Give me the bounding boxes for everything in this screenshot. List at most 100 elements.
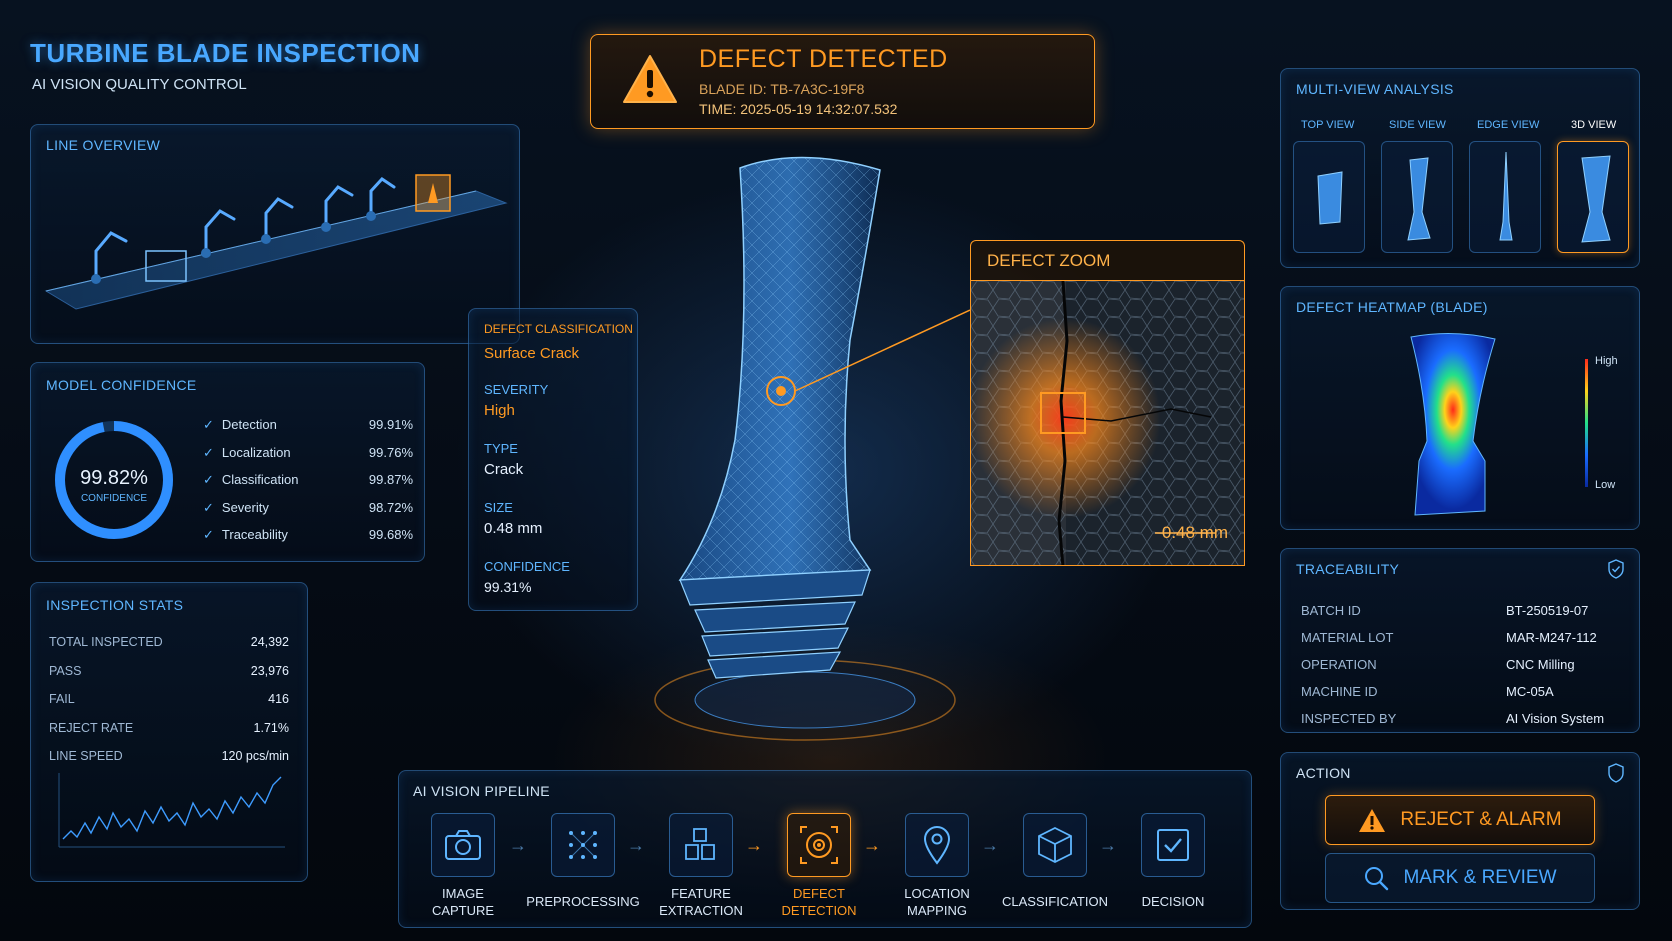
view-tab-edge[interactable]: EDGE VIEW [1477,119,1539,131]
pipeline-step-feature-extraction[interactable] [669,813,733,877]
view-tab-top[interactable]: TOP VIEW [1301,119,1354,131]
confidence-row: ✓ Classification 99.87% [203,472,413,488]
defect-heatmap-panel: DEFECT HEATMAP (BLADE) High Low [1280,286,1640,530]
stat-label: TOTAL INSPECTED [49,635,163,649]
trace-value: BT-250519-07 [1506,603,1589,618]
pipeline-label-preprocessing: PREPROCESSING [526,894,640,909]
target-icon [800,826,838,864]
pipeline-step-classification[interactable] [1023,813,1087,877]
alert-blade-id: BLADE ID: TB-7A3C-19F8 [699,81,865,97]
trace-value: AI Vision System [1506,711,1605,726]
app-title: TURBINE BLADE INSPECTION [30,38,421,68]
inspection-stats-title: INSPECTION STATS [46,597,184,613]
reject-alarm-label: REJECT & ALARM [1400,809,1562,830]
defect-classification-panel: DEFECT CLASSIFICATION Surface Crack SEVE… [468,308,638,611]
cubes-icon [685,828,715,860]
view-thumb-top[interactable] [1293,141,1365,253]
severity-label: SEVERITY [484,382,549,397]
stat-label: FAIL [49,692,75,706]
stat-label: LINE SPEED [49,749,123,763]
confidence-row-value: 99.76% [368,444,413,460]
check-icon: ✓ [203,527,214,542]
type-label: TYPE [484,441,518,456]
pipeline-arrow: → [627,835,645,855]
ai-vision-pipeline-panel: AI VISION PIPELINE → → → → → → IMAGE CAPT… [398,770,1252,928]
check-icon: ✓ [203,499,214,515]
traceability-row: MACHINE ID MC-05A [1301,684,1621,699]
app-subtitle: AI VISION QUALITY CONTROL [32,76,247,93]
action-panel: ACTION REJECT & ALARM MARK & REVIEW [1280,752,1640,910]
pipeline-step-decision[interactable] [1141,813,1205,877]
heatmap-title: DEFECT HEATMAP (BLADE) [1296,299,1488,315]
defect-name: Surface Crack [484,345,580,362]
view-thumb-edge[interactable] [1469,141,1541,253]
trace-label: BATCH ID [1301,603,1361,618]
stat-label: REJECT RATE [49,720,134,735]
size-label: SIZE [484,500,513,515]
stat-row: REJECT RATE 1.71% [49,721,289,735]
check-icon: ✓ [203,417,214,432]
inspection-stats-panel: INSPECTION STATS TOTAL INSPECTED 24,392 PA… [30,582,308,882]
pipeline-step-image-capture[interactable] [431,813,495,877]
stat-row: PASS 23,976 [49,664,289,678]
confidence-row-value: 99.68% [368,527,413,542]
confidence-value-dc: 99.31% [484,579,532,595]
pipeline-step-location-mapping[interactable] [905,813,969,877]
check-icon: ✓ [203,472,214,487]
traceability-row: MATERIAL LOT MAR-M247-112 [1301,630,1621,645]
mark-review-button[interactable]: MARK & REVIEW [1325,853,1595,903]
pipeline-arrow: → [863,835,881,855]
stat-value: 1.71% [253,720,289,735]
confidence-row-label: Traceability [221,527,288,542]
traceability-row: OPERATION CNC Milling [1301,657,1621,672]
pipeline-label-location-mapping: LOCATION MAPPING [904,886,970,918]
confidence-row-label: Localization [221,444,291,460]
pipeline-label-classification: CLASSIFICATION [1002,894,1108,909]
multi-view-panel: MULTI-VIEW ANALYSIS TOP VIEW SIDE VIEW E… [1280,68,1640,268]
view-thumb-side[interactable] [1381,141,1453,253]
magnifier-icon [1365,867,1389,891]
view-tab-side[interactable]: SIDE VIEW [1389,119,1446,131]
heatmap-high-label: High [1595,355,1618,367]
throughput-sparkline [58,773,285,848]
view-tab-3d[interactable]: 3D VIEW [1571,119,1616,131]
pipeline-step-defect-detection[interactable] [787,813,851,877]
trace-value: MAR-M247-112 [1506,630,1597,645]
defect-size-measurement: 0.48 mm [1161,523,1228,542]
stat-value: 23,976 [250,663,289,678]
confidence-row-value: 99.87% [368,472,413,487]
view-thumb-3d[interactable] [1557,141,1629,253]
confidence-row-label: Classification [221,472,299,487]
pipeline-label-defect-detection: DEFECT DETECTION [781,886,857,918]
traceability-title: TRACEABILITY [1296,561,1400,577]
model-confidence-title: MODEL CONFIDENCE [46,377,197,393]
stat-value: 24,392 [250,635,289,649]
check-icon: ✓ [203,444,214,460]
trace-value: MC-05A [1506,684,1554,699]
defect-classification-title: DEFECT CLASSIFICATION [484,322,633,336]
stat-label: PASS [49,663,82,678]
grid-icon [569,831,597,859]
stat-value: 416 [268,692,289,706]
turbine-blade-3d-render [654,156,970,741]
camera-icon [445,830,481,860]
confidence-row-value: 98.72% [368,499,413,515]
reject-alarm-button[interactable]: REJECT & ALARM [1325,795,1595,845]
map-pin-icon [923,826,951,865]
line-overview-title: LINE OVERVIEW [46,137,161,153]
stat-value: 120 pcs/min [221,749,289,763]
cube-icon [1038,826,1072,864]
traceability-row: INSPECTED BY AI Vision System [1301,711,1621,726]
pipeline-step-preprocessing[interactable] [551,813,615,877]
defect-zoom-image: 0.48 mm [970,280,1245,566]
warning-icon [623,55,677,103]
trace-label: INSPECTED BY [1301,711,1397,726]
confidence-value: 99.82% [80,467,148,489]
trace-label: MACHINE ID [1301,684,1378,699]
trace-label: OPERATION [1301,657,1377,672]
alert-title: DEFECT DETECTED [699,45,948,73]
confidence-row-label: Detection [221,417,277,432]
multi-view-title: MULTI-VIEW ANALYSIS [1296,81,1454,97]
pipeline-label-feature-extraction: FEATURE EXTRACTION [659,886,743,918]
pipeline-arrow: → [745,835,763,855]
